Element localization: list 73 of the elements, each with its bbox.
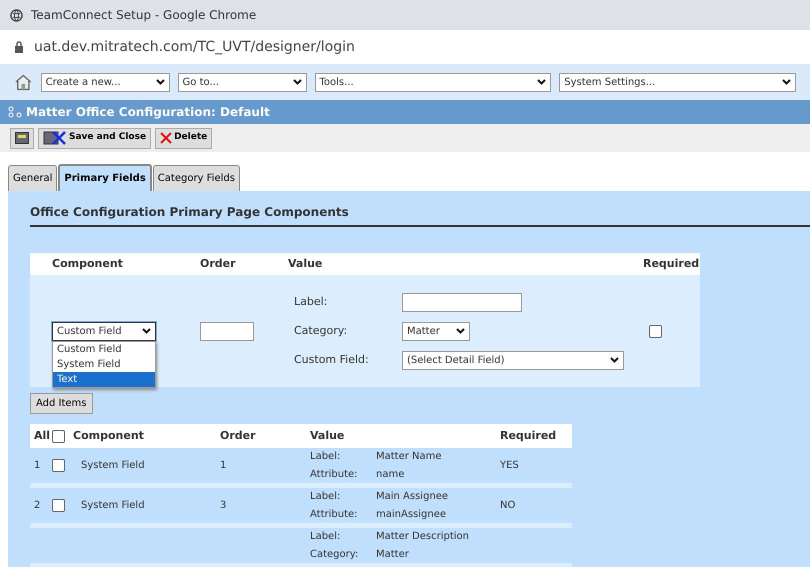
caret-icon	[610, 357, 619, 363]
caret-icon	[156, 79, 165, 85]
column-header: Required	[643, 256, 700, 272]
delete-button[interactable]: Delete	[155, 128, 212, 148]
required-checkbox[interactable]	[649, 324, 662, 338]
caret-icon	[142, 328, 151, 334]
column-header: Order	[220, 428, 257, 444]
delete-icon	[160, 132, 172, 144]
tab[interactable]: Category Fields	[152, 165, 240, 191]
dropdown-option[interactable]: System Field	[53, 357, 155, 372]
table-cell-text: Main Assignee	[376, 490, 448, 504]
field-label: Custom Field:	[294, 352, 370, 368]
table-cell-text: mainAssignee	[376, 508, 446, 522]
dropdown-option[interactable]: Custom Field	[53, 342, 155, 357]
custom-field-select[interactable]: (Select Detail Field)	[402, 350, 624, 370]
table-cell: 3	[220, 500, 226, 511]
row-checkbox[interactable]	[52, 499, 65, 512]
tab[interactable]: Primary Fields	[58, 164, 152, 191]
address-text: uat.dev.mitratech.com/TC_UVT/designer/login	[34, 38, 355, 56]
section-title: Office Configuration Primary Page Components	[30, 203, 810, 227]
table-cell-text: name	[376, 468, 404, 482]
value-caption: Attribute:	[310, 468, 359, 482]
window-icon	[15, 132, 29, 144]
component-select[interactable]: Custom Field	[52, 322, 156, 340]
row-number: 1	[33, 459, 42, 473]
nav-select[interactable]: System Settings...	[559, 72, 796, 92]
column-header: Required	[500, 428, 558, 444]
column-header: Value	[310, 428, 346, 444]
row-number: 2	[33, 499, 42, 513]
table-cell: 1	[220, 460, 226, 471]
field-label: Category:	[294, 322, 348, 339]
home-icon[interactable]	[14, 73, 33, 91]
caret-icon	[456, 328, 465, 334]
lock-icon	[14, 41, 24, 53]
caret-icon	[537, 79, 546, 85]
table-cell: NO	[500, 500, 516, 511]
field-label: Label:	[294, 294, 328, 310]
all-label: All	[33, 428, 52, 444]
value-caption: Category:	[310, 548, 360, 562]
hierarchy-icon	[8, 106, 22, 118]
tab[interactable]: General	[8, 165, 58, 191]
caret-icon	[292, 79, 302, 85]
value-caption: Label:	[310, 490, 342, 504]
save-close-icon	[43, 131, 67, 145]
label-field[interactable]	[402, 292, 522, 312]
table-cell-text: System Field	[81, 499, 145, 513]
dropdown-option[interactable]: Text	[53, 372, 155, 387]
page-header-title: Matter Office Configuration: Default	[26, 104, 270, 121]
table-cell-text: Matter Description	[376, 530, 469, 544]
column-header: Order	[200, 256, 237, 272]
column-header: Component	[52, 256, 124, 272]
category-select[interactable]: Matter	[402, 322, 470, 340]
nav-select[interactable]: Create a new...	[40, 72, 170, 92]
table-cell-text: Matter Name	[376, 450, 442, 464]
value-caption: Label:	[310, 450, 342, 464]
value-caption: Label:	[310, 530, 342, 544]
table-cell: YES	[500, 460, 519, 471]
globe-icon	[10, 8, 23, 22]
table-cell-text: Matter	[376, 548, 409, 562]
add-items-button[interactable]: Add Items	[30, 393, 93, 414]
order-field[interactable]	[200, 322, 254, 340]
save-close-button[interactable]: Save and Close	[38, 128, 152, 148]
nav-select[interactable]: Tools...	[314, 72, 552, 92]
column-header: Component	[73, 428, 144, 444]
caret-icon	[782, 79, 791, 85]
nav-select[interactable]: Go to...	[178, 72, 306, 92]
select-all-checkbox[interactable]	[52, 430, 65, 442]
table-cell-text: System Field	[81, 459, 145, 473]
row-checkbox[interactable]	[52, 459, 65, 472]
column-header: Value	[288, 256, 324, 272]
window-title: TeamConnect Setup - Google Chrome	[31, 7, 256, 24]
toolbar-button[interactable]	[10, 128, 34, 148]
value-caption: Attribute:	[310, 508, 359, 522]
